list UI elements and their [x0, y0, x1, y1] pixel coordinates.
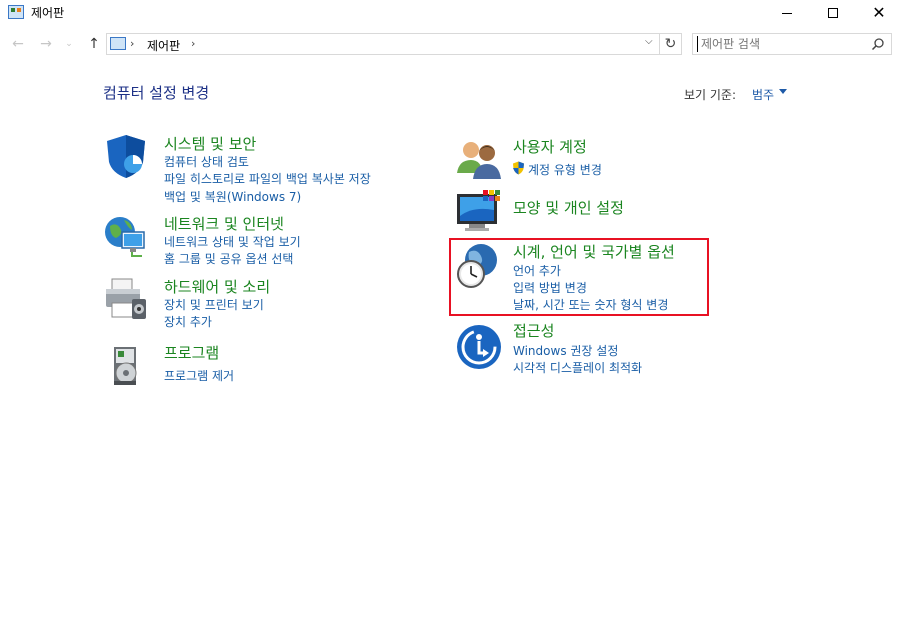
- page-title: 컴퓨터 설정 변경: [103, 84, 210, 102]
- chevron-right-icon[interactable]: ›: [130, 37, 134, 50]
- programs-icon: [114, 347, 137, 385]
- control-panel-small-icon: [110, 37, 126, 50]
- navigation-bar: ← → ⌄ ↑ › 제어판 › ⌵ ↻: [0, 30, 902, 58]
- search-box[interactable]: [692, 33, 892, 55]
- highlight-box: [449, 238, 709, 316]
- close-icon: ✕: [872, 3, 886, 22]
- network-globe-icon: [105, 217, 145, 257]
- search-icon[interactable]: [871, 37, 885, 51]
- link-review-computer-status[interactable]: 컴퓨터 상태 검토: [164, 153, 249, 170]
- category-title-appearance[interactable]: 모양 및 개인 설정: [513, 197, 624, 218]
- search-input[interactable]: [697, 36, 865, 52]
- link-add-device[interactable]: 장치 추가: [164, 313, 212, 330]
- window-title: 제어판: [31, 6, 65, 20]
- link-network-status[interactable]: 네트워크 상태 및 작업 보기: [164, 233, 301, 250]
- maximize-button[interactable]: [810, 0, 856, 26]
- category-title-hardware-sound[interactable]: 하드웨어 및 소리: [164, 276, 270, 297]
- caret-down-icon[interactable]: [779, 89, 787, 94]
- chevron-right-icon[interactable]: ›: [191, 37, 195, 50]
- up-arrow-icon[interactable]: ↑: [84, 34, 104, 54]
- address-bar[interactable]: › 제어판 › ⌵: [106, 33, 660, 55]
- category-title-system-security[interactable]: 시스템 및 보안: [164, 133, 256, 154]
- view-by-label: 보기 기준:: [684, 88, 737, 102]
- forward-arrow-icon[interactable]: →: [36, 34, 56, 54]
- shield-icon: [107, 135, 145, 178]
- category-title-user-accounts[interactable]: 사용자 계정: [513, 136, 587, 157]
- category-title-network-internet[interactable]: 네트워크 및 인터넷: [164, 213, 284, 234]
- refresh-icon: ↻: [664, 36, 677, 52]
- ease-of-access-icon: [457, 325, 501, 369]
- link-recommended-settings[interactable]: Windows 권장 설정: [513, 342, 618, 359]
- users-icon: [457, 142, 501, 179]
- minimize-icon: [782, 12, 792, 14]
- title-bar: 제어판 ✕: [0, 0, 902, 26]
- breadcrumb-control-panel[interactable]: 제어판: [147, 37, 180, 54]
- maximize-icon: [828, 8, 838, 18]
- address-dropdown-icon[interactable]: ⌵: [645, 36, 653, 47]
- link-devices-printers[interactable]: 장치 및 프린터 보기: [164, 296, 264, 313]
- uac-shield-icon: [513, 161, 524, 175]
- printer-icon: [106, 278, 146, 319]
- refresh-button[interactable]: ↻: [660, 33, 682, 55]
- display-personalization-icon: [457, 190, 500, 231]
- category-title-ease-of-access[interactable]: 접근성: [513, 320, 554, 341]
- minimize-button[interactable]: [764, 0, 810, 26]
- control-panel-icon: [8, 5, 24, 19]
- link-optimize-visual-display[interactable]: 시각적 디스플레이 최적화: [513, 359, 642, 376]
- close-button[interactable]: ✕: [856, 0, 902, 26]
- link-backup-restore[interactable]: 백업 및 복원(Windows 7): [164, 188, 301, 205]
- category-title-programs[interactable]: 프로그램: [164, 342, 219, 363]
- back-arrow-icon[interactable]: ←: [8, 34, 28, 54]
- link-homegroup-sharing[interactable]: 홈 그룹 및 공유 옵션 선택: [164, 250, 293, 267]
- link-change-account-type[interactable]: 계정 유형 변경: [528, 161, 602, 178]
- recent-locations-chevron-icon[interactable]: ⌄: [62, 34, 76, 54]
- view-by-dropdown[interactable]: 범주: [752, 86, 774, 103]
- link-file-history-backup[interactable]: 파일 히스토리로 파일의 백업 복사본 저장: [164, 170, 371, 187]
- link-uninstall-program[interactable]: 프로그램 제거: [164, 367, 234, 384]
